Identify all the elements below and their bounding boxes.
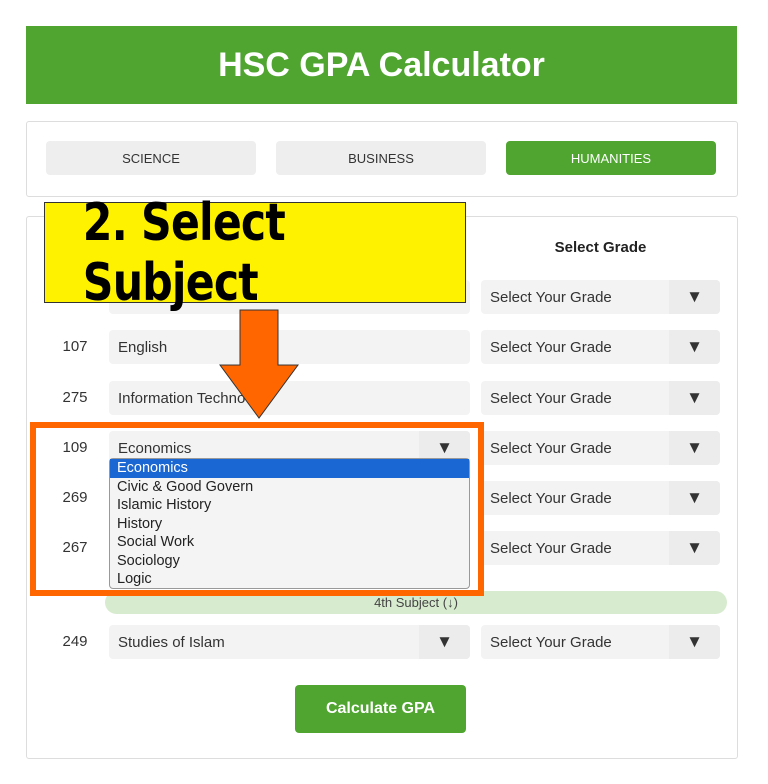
grade-select[interactable]: Select Your Grade ▼ bbox=[481, 330, 720, 364]
subject-code: 249 bbox=[62, 633, 88, 650]
grade-select[interactable]: Select Your Grade ▼ bbox=[481, 381, 720, 415]
dropdown-arrow-icon: ▼ bbox=[669, 381, 720, 415]
tab-business[interactable]: BUSINESS bbox=[276, 141, 486, 175]
dropdown-arrow-icon: ▼ bbox=[669, 481, 720, 515]
grade-select[interactable]: Select Your Grade ▼ bbox=[481, 531, 720, 565]
dropdown-arrow-icon: ▼ bbox=[669, 330, 720, 364]
grade-select[interactable]: Select Your Grade ▼ bbox=[481, 280, 720, 314]
dropdown-arrow-icon: ▼ bbox=[419, 625, 470, 659]
dropdown-arrow-icon: ▼ bbox=[669, 625, 720, 659]
dropdown-arrow-icon: ▼ bbox=[669, 531, 720, 565]
fourth-grade-select[interactable]: Select Your Grade ▼ bbox=[481, 625, 720, 659]
arrow-down-icon bbox=[219, 309, 299, 419]
annotation-text: 2. Select Subject bbox=[82, 192, 286, 313]
dropdown-arrow-icon: ▼ bbox=[669, 431, 720, 465]
annotation-label: 2. Select Subject bbox=[44, 193, 466, 313]
fourth-subject-select[interactable]: Studies of Islam ▼ bbox=[109, 625, 470, 659]
page-title: HSC GPA Calculator bbox=[26, 26, 737, 104]
selected-grade: Select Your Grade bbox=[490, 489, 612, 507]
subject-code: 107 bbox=[62, 338, 88, 355]
highlight-frame bbox=[30, 422, 484, 596]
selected-subject: Studies of Islam bbox=[118, 633, 225, 651]
selected-subject: English bbox=[118, 338, 168, 356]
calculate-gpa-button[interactable]: Calculate GPA bbox=[295, 685, 466, 733]
selected-grade: Select Your Grade bbox=[490, 288, 612, 306]
dropdown-arrow-icon: ▼ bbox=[669, 280, 720, 314]
selected-grade: Select Your Grade bbox=[490, 439, 612, 457]
subject-code: 275 bbox=[62, 389, 88, 406]
selected-grade: Select Your Grade bbox=[490, 539, 612, 557]
selected-grade: Select Your Grade bbox=[490, 338, 612, 356]
grade-select[interactable]: Select Your Grade ▼ bbox=[481, 431, 720, 465]
tab-science[interactable]: SCIENCE bbox=[46, 141, 256, 175]
selected-grade: Select Your Grade bbox=[490, 389, 612, 407]
grade-select[interactable]: Select Your Grade ▼ bbox=[481, 481, 720, 515]
selected-grade: Select Your Grade bbox=[490, 633, 612, 651]
grade-column-header: Select Grade bbox=[554, 239, 647, 256]
tab-humanities[interactable]: HUMANITIES bbox=[506, 141, 716, 175]
